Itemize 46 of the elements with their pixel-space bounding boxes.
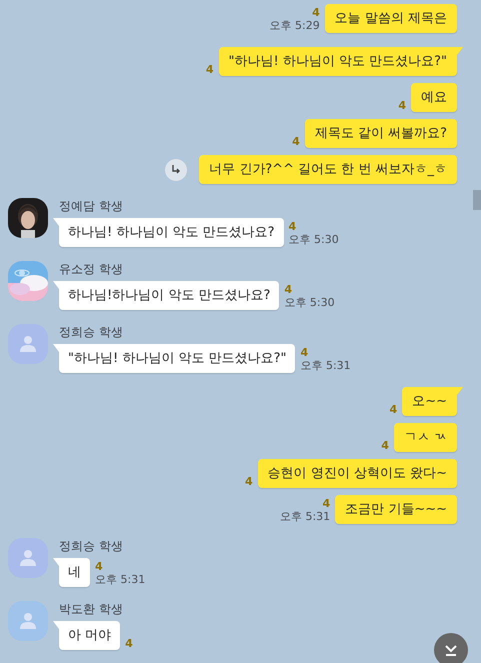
bubble-tail xyxy=(53,218,59,226)
arrow-down-icon xyxy=(444,643,458,657)
message-bubble: 조금만 기들~~~ xyxy=(335,495,457,524)
message-bubble: 승현이 영진이 상혁이도 왔다~ xyxy=(258,459,457,488)
message-bubble: 예요 xyxy=(411,83,457,112)
unread-count: 4 xyxy=(288,221,296,233)
message-time: 오후 5:31 xyxy=(280,510,330,524)
unread-count: 4 xyxy=(95,561,103,573)
person-icon xyxy=(19,549,37,567)
scrollbar-thumb[interactable] xyxy=(473,190,481,210)
message-bubble: ㄱㅅ ㄳ xyxy=(394,423,457,452)
bubble-tail xyxy=(53,344,59,352)
unread-count: 4 xyxy=(284,284,292,296)
sender-name: 정희승 학생 xyxy=(59,539,124,553)
message-bubble: 너무 긴가?^^ 길어도 한 번 써보자ㅎ_ㅎ xyxy=(199,155,457,184)
unread-count: 4 xyxy=(381,440,389,452)
share-icon xyxy=(170,164,182,176)
unread-count: 4 xyxy=(125,638,133,650)
message-time: 오후 5:31 xyxy=(300,359,351,373)
unread-count: 4 xyxy=(206,64,214,76)
sender-name: 유소정 학생 xyxy=(59,262,124,276)
scroll-to-bottom-button[interactable] xyxy=(434,633,468,663)
bubble-tail xyxy=(53,558,59,566)
unread-count: 4 xyxy=(300,347,308,359)
person-icon xyxy=(19,612,37,630)
unread-count: 4 xyxy=(312,7,320,19)
unread-count: 4 xyxy=(245,476,253,488)
share-button[interactable] xyxy=(165,158,188,180)
bubble-tail xyxy=(53,281,59,289)
message-time: 오후 5:30 xyxy=(284,296,335,310)
message-bubble: 오늘 말씀의 제목은 xyxy=(324,4,457,33)
sender-name: 정예담 학생 xyxy=(59,199,124,213)
unread-count: 4 xyxy=(398,100,406,112)
sender-name: 박도환 학생 xyxy=(59,602,124,616)
message-time: 오후 5:29 xyxy=(270,19,320,33)
unread-count: 4 xyxy=(292,136,300,148)
sender-name: 정희승 학생 xyxy=(59,325,124,339)
unread-count: 4 xyxy=(390,404,398,416)
unread-count: 4 xyxy=(322,498,330,510)
bubble-tail xyxy=(457,387,463,395)
message-time: 오후 5:30 xyxy=(288,233,339,247)
bubble-tail xyxy=(53,621,59,629)
message-bubble: 제목도 같이 써볼까요? xyxy=(304,119,457,148)
message-time: 오후 5:31 xyxy=(95,573,146,587)
bubble-tail xyxy=(457,47,463,55)
person-icon xyxy=(19,335,37,353)
